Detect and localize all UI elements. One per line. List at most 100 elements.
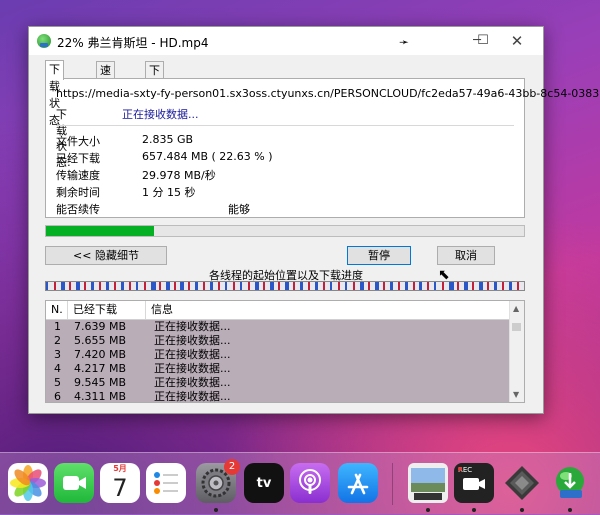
hide-details-button[interactable]: << 隐藏细节 xyxy=(45,246,167,265)
preview-thumbnail-icon[interactable] xyxy=(408,463,448,503)
table-row[interactable]: 2 5.655 MB 正在接收数据... xyxy=(46,334,510,348)
calendar-month: 5月 xyxy=(113,464,127,473)
podcasts-app-icon[interactable] xyxy=(290,463,330,503)
thread-start-marker xyxy=(442,282,444,290)
resume-label: 能否续传 xyxy=(56,203,100,216)
thread-progress-segment xyxy=(151,282,156,290)
thread-start-marker xyxy=(323,282,325,290)
speed-label: 传输速度 xyxy=(56,169,100,182)
tv-label: tv xyxy=(256,476,272,491)
scroll-thumb[interactable] xyxy=(512,323,521,331)
calendar-app-icon[interactable]: 5月 7 xyxy=(100,463,140,503)
file-size-value: 2.835 GB xyxy=(142,133,194,146)
column-header-downloaded[interactable]: 已经下载 xyxy=(68,301,146,319)
threads-table: N. 已经下载 信息 1 7.639 MB 正在接收数据... 2 5.655 … xyxy=(45,300,525,403)
idm-dock-icon[interactable] xyxy=(550,463,590,503)
diamond-app-icon[interactable] xyxy=(502,463,542,503)
thread-progress-segment xyxy=(210,282,213,290)
thread-start-marker xyxy=(218,282,220,290)
resume-value: 能够 xyxy=(228,203,250,216)
thread-progress-segment xyxy=(464,282,468,290)
notification-badge: 2 xyxy=(224,459,240,475)
screen-recorder-icon[interactable]: REC xyxy=(454,463,494,503)
close-button[interactable]: ✕ xyxy=(507,31,527,51)
running-indicator xyxy=(520,508,524,512)
row-number: 2 xyxy=(54,334,61,347)
row-info: 正在接收数据... xyxy=(154,362,231,375)
row-downloaded: 4.217 MB xyxy=(74,362,127,375)
thread-start-marker xyxy=(174,282,176,290)
thread-progress-segment xyxy=(270,282,274,290)
tab-speed-limit[interactable]: 速度限制 xyxy=(96,61,115,128)
thread-progress-segment xyxy=(180,282,184,290)
thread-start-marker xyxy=(368,282,370,290)
table-row[interactable]: 1 7.639 MB 正在接收数据... xyxy=(46,320,510,334)
thread-start-marker xyxy=(159,282,161,290)
row-info: 正在接收数据... xyxy=(154,348,231,361)
thread-progress-segment xyxy=(449,282,454,290)
thread-progress-segment xyxy=(136,282,138,290)
thread-progress-segment xyxy=(91,282,94,290)
cancel-button[interactable]: 取消 xyxy=(437,246,495,265)
download-progress-bar xyxy=(45,225,525,237)
thread-progress-segment xyxy=(315,282,318,290)
row-number: 5 xyxy=(54,376,61,389)
time-left-label: 剩余时间 xyxy=(56,186,100,199)
table-row[interactable]: 3 7.420 MB 正在接收数据... xyxy=(46,348,510,362)
facetime-app-icon[interactable] xyxy=(54,463,94,503)
downloaded-label: 已经下载 xyxy=(56,152,100,165)
thread-progress-segment xyxy=(419,282,422,290)
thread-start-marker xyxy=(517,282,519,290)
row-downloaded: 5.655 MB xyxy=(74,334,127,347)
column-header-info[interactable]: 信息 xyxy=(146,301,510,319)
thread-start-marker xyxy=(427,282,429,290)
thread-start-marker xyxy=(114,282,116,290)
title-bar[interactable]: 22% 弗兰肯斯坦 - HD.mp4 ➛ ─ ☐ ✕ xyxy=(29,27,543,55)
thread-progress-segment xyxy=(195,282,198,290)
running-indicator xyxy=(426,508,430,512)
thread-start-marker xyxy=(54,282,56,290)
row-downloaded: 7.420 MB xyxy=(74,348,127,361)
table-row[interactable]: 4 4.217 MB 正在接收数据... xyxy=(46,362,510,376)
thread-start-marker xyxy=(308,282,310,290)
calendar-day: 7 xyxy=(112,474,128,502)
tab-completion-options[interactable]: 下载完成选项 xyxy=(145,61,164,162)
scroll-down-icon[interactable]: ▼ xyxy=(513,390,519,399)
thread-progress-segment xyxy=(166,282,170,290)
idm-app-icon xyxy=(37,34,51,48)
progress-fill xyxy=(46,226,155,236)
thread-start-marker xyxy=(398,282,400,290)
thread-start-marker xyxy=(263,282,265,290)
photos-app-icon[interactable] xyxy=(8,463,48,503)
thread-start-marker xyxy=(129,282,131,290)
thread-start-marker xyxy=(278,282,280,290)
column-header-n[interactable]: N. xyxy=(46,301,68,319)
row-info: 正在接收数据... xyxy=(154,320,231,333)
thread-start-marker xyxy=(144,282,146,290)
pause-button[interactable]: 暂停 xyxy=(347,246,411,265)
download-url: https://media-sxty-fy-person01.sx3oss.ct… xyxy=(56,87,600,100)
row-downloaded: 9.545 MB xyxy=(74,376,127,389)
thread-start-marker xyxy=(502,282,504,290)
thread-progress-segment xyxy=(434,282,436,290)
thread-progress-segment xyxy=(225,282,227,290)
downloaded-value: 657.484 MB ( 22.63 % ) xyxy=(142,150,273,163)
thread-start-marker xyxy=(457,282,459,290)
app-store-icon[interactable] xyxy=(338,463,378,503)
maximize-button[interactable]: ☐ xyxy=(473,31,493,51)
reminders-app-icon[interactable] xyxy=(146,463,186,503)
thread-progress-segment xyxy=(330,282,332,290)
apple-tv-app-icon[interactable]: tv xyxy=(244,463,284,503)
table-row[interactable]: 6 4.311 MB 正在接收数据... xyxy=(46,390,510,402)
row-info: 正在接收数据... xyxy=(154,376,231,389)
table-scrollbar[interactable]: ▲ ▼ xyxy=(509,301,524,402)
tab-download-status[interactable]: 下载状态 xyxy=(45,60,64,127)
thread-start-marker xyxy=(188,282,190,290)
thread-progress-segment xyxy=(509,282,512,290)
thread-progress-segment xyxy=(240,282,242,290)
dock: 5月 7 2 tv REC xyxy=(0,452,600,515)
thread-progress-segment xyxy=(345,282,347,290)
table-row[interactable]: 5 9.545 MB 正在接收数据... xyxy=(46,376,510,390)
scroll-up-icon[interactable]: ▲ xyxy=(513,304,519,313)
status-panel: https://media-sxty-fy-person01.sx3oss.ct… xyxy=(45,78,600,218)
